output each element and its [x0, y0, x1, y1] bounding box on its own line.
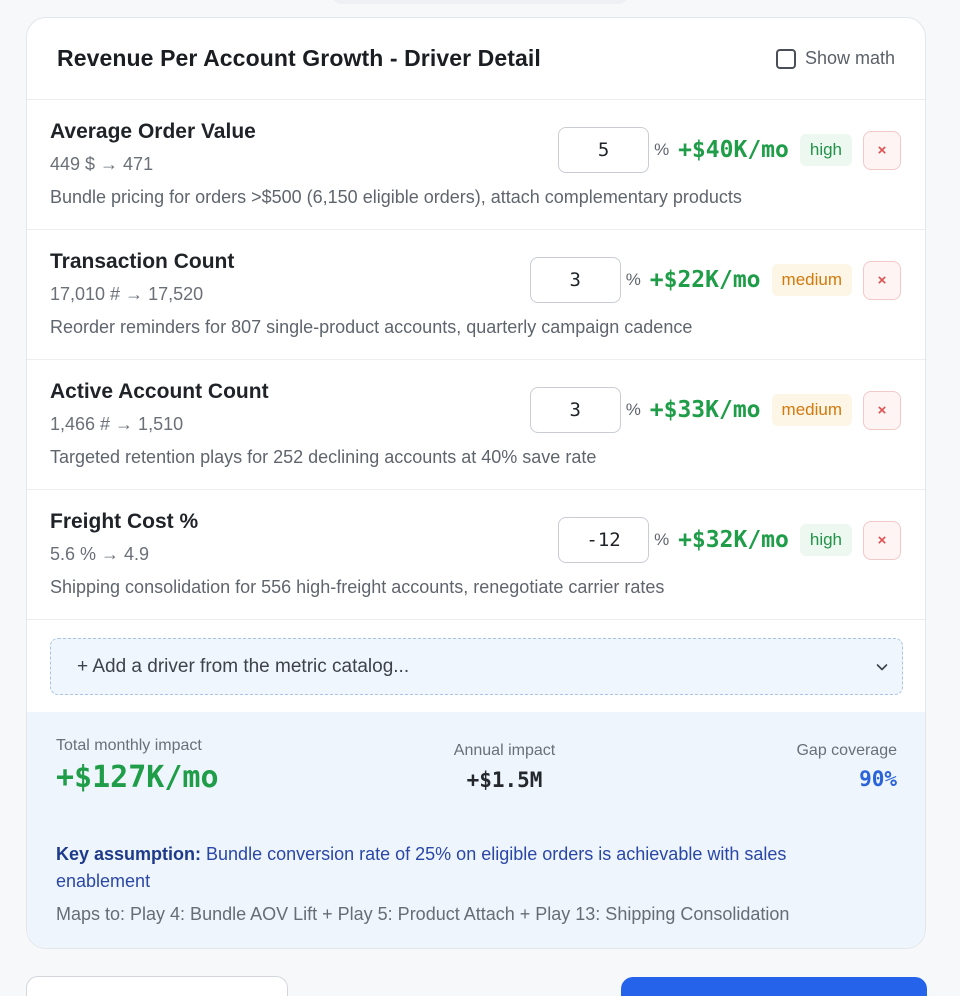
- add-driver-select[interactable]: + Add a driver from the metric catalog..…: [50, 638, 903, 695]
- show-math-checkbox[interactable]: [775, 48, 796, 69]
- impact-value: +$32K/mo: [678, 527, 789, 553]
- driver-name: Freight Cost %: [50, 510, 199, 533]
- show-math-toggle[interactable]: Show math: [775, 48, 895, 69]
- driver-description: Shipping consolidation for 556 high-frei…: [50, 577, 665, 597]
- percent-sign: %: [654, 140, 670, 159]
- driver-name: Transaction Count: [50, 250, 235, 273]
- percent-input[interactable]: [529, 387, 621, 433]
- driver-range: 17,010 # → 17,520: [50, 284, 204, 304]
- impact-value: +$22K/mo: [649, 267, 761, 293]
- percent-sign: %: [625, 400, 641, 419]
- close-icon: ×: [877, 271, 887, 289]
- percent-input[interactable]: [558, 127, 650, 173]
- driver-controls: % +$32K/mo high ×: [558, 517, 901, 563]
- chevron-down-icon: [876, 663, 888, 670]
- remove-driver-button[interactable]: ×: [863, 260, 901, 300]
- percent-sign: %: [625, 270, 641, 289]
- driver-name: Average Order Value: [50, 120, 256, 143]
- driver-description: Targeted retention plays for 252 declini…: [50, 447, 597, 467]
- driver-controls: % +$33K/mo medium ×: [529, 387, 901, 433]
- remove-driver-button[interactable]: ×: [863, 390, 901, 430]
- confidence-badge: medium: [771, 394, 852, 426]
- gap-coverage-label: Gap coverage: [796, 742, 897, 759]
- confidence-badge: high: [799, 524, 852, 556]
- add-driver-label: + Add a driver from the metric catalog..…: [77, 655, 410, 677]
- driver-description: Bundle pricing for orders >$500 (6,150 e…: [50, 187, 742, 207]
- percent-input[interactable]: [529, 257, 621, 303]
- remove-driver-button[interactable]: ×: [863, 130, 901, 170]
- close-icon: ×: [877, 141, 887, 159]
- top-edge: [330, 0, 630, 4]
- secondary-button[interactable]: [26, 976, 288, 996]
- percent-input[interactable]: [558, 517, 650, 563]
- driver-detail-card: Revenue Per Account Growth - Driver Deta…: [26, 17, 926, 949]
- driver-range: 1,466 # → 1,510: [50, 414, 184, 434]
- remove-driver-button[interactable]: ×: [863, 520, 901, 560]
- close-icon: ×: [877, 401, 887, 419]
- maps-to: Maps to: Play 4: Bundle AOV Lift + Play …: [56, 904, 790, 924]
- driver-controls: % +$40K/mo high ×: [558, 127, 901, 173]
- driver-range: 5.6 % → 4.9: [50, 544, 150, 564]
- driver-controls: % +$22K/mo medium ×: [529, 257, 901, 303]
- impact-summary: Total monthly impact +$127K/mo Annual im…: [27, 712, 925, 948]
- close-icon: ×: [877, 531, 887, 549]
- impact-value: +$40K/mo: [678, 137, 789, 163]
- driver-description: Reorder reminders for 807 single-product…: [50, 317, 693, 337]
- annual-impact-label: Annual impact: [453, 742, 556, 759]
- key-assumption: Key assumption: Bundle conversion rate o…: [56, 841, 846, 895]
- driver-row: Average Order Value 449 $ → 471 Bundle p…: [27, 100, 925, 230]
- confidence-badge: medium: [771, 264, 852, 296]
- key-assumption-label: Key assumption:: [56, 844, 202, 864]
- driver-row: Freight Cost % 5.6 % → 4.9 Shipping cons…: [27, 490, 925, 620]
- driver-range: 449 $ → 471: [50, 154, 154, 174]
- driver-row: Transaction Count 17,010 # → 17,520 Reor…: [27, 230, 925, 360]
- card-header: Revenue Per Account Growth - Driver Deta…: [27, 18, 925, 100]
- primary-button[interactable]: [621, 977, 927, 996]
- impact-value: +$33K/mo: [649, 397, 761, 423]
- page-title: Revenue Per Account Growth - Driver Deta…: [57, 45, 541, 71]
- confidence-badge: high: [799, 134, 852, 166]
- gap-coverage-value: 90%: [859, 767, 897, 791]
- annual-impact-value: +$1.5M: [466, 768, 543, 792]
- show-math-label: Show math: [804, 48, 895, 68]
- driver-name: Active Account Count: [50, 380, 269, 403]
- percent-sign: %: [654, 530, 670, 549]
- driver-row: Active Account Count 1,466 # → 1,510 Tar…: [27, 360, 925, 490]
